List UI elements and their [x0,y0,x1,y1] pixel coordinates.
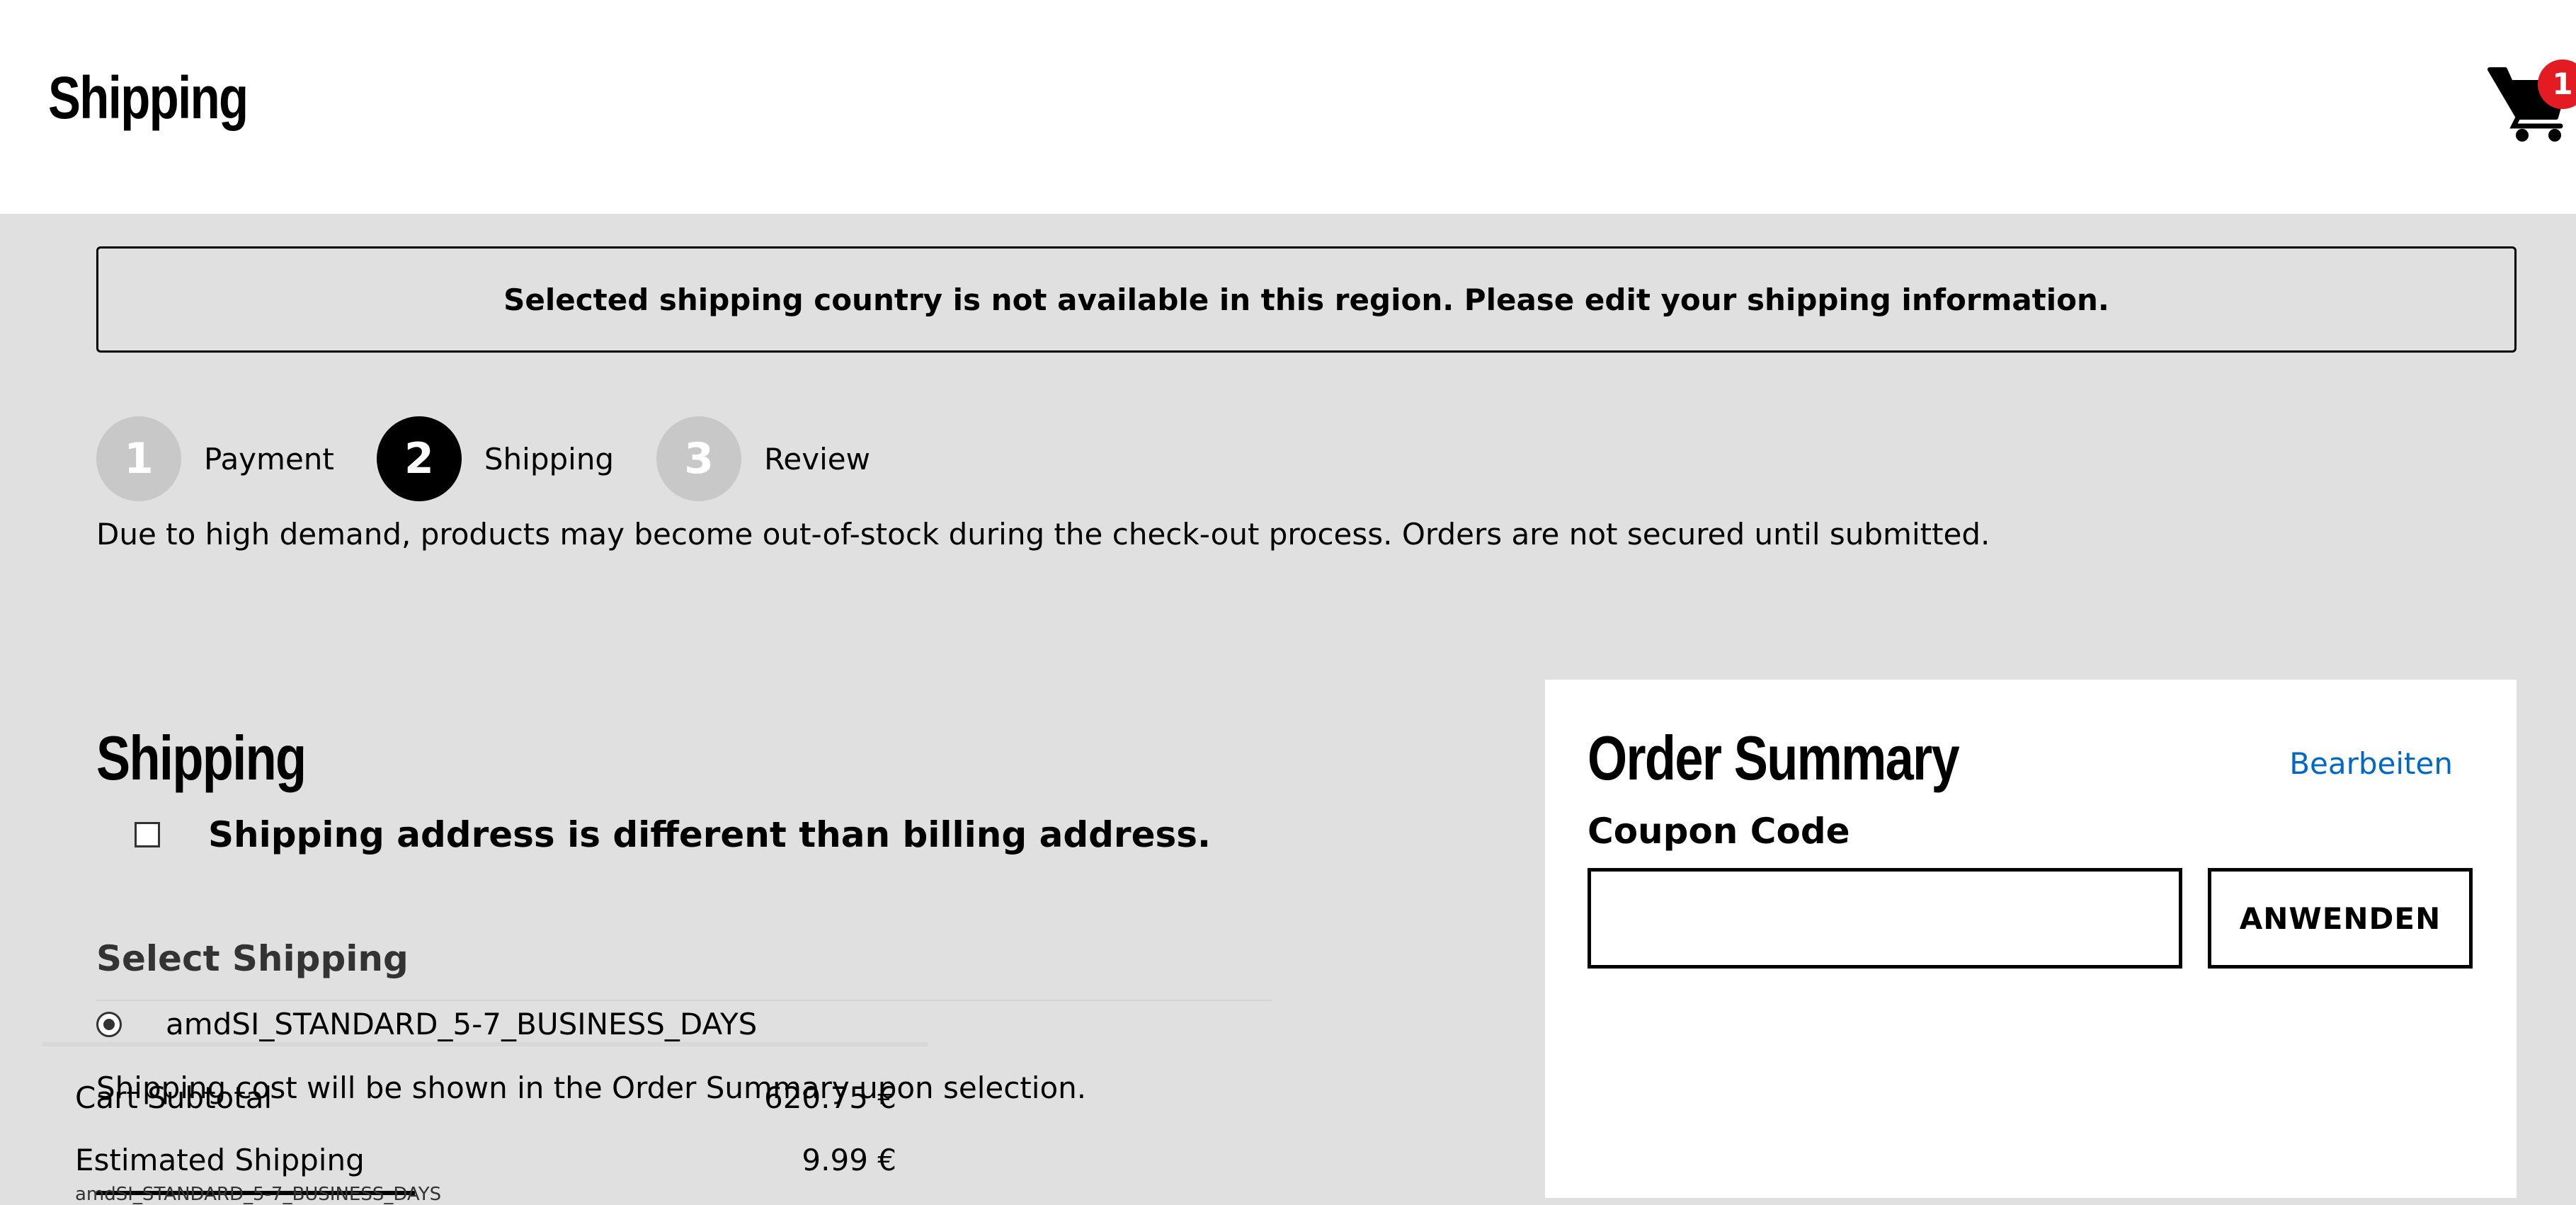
cart-subtotal-value: 620.75 € [763,1080,896,1115]
divider [96,1000,1272,1001]
select-shipping-title: Select Shipping [96,938,409,979]
top-bar: Shipping 1 [0,0,2576,214]
order-summary-title: Order Summary [1588,723,1960,793]
apply-coupon-button[interactable]: ANWENDEN [2208,868,2473,969]
coupon-code-input[interactable] [1588,868,2182,969]
shipping-country-alert: Selected shipping country is not availab… [96,246,2517,353]
estimated-shipping-method: amdSI_STANDARD_5-7_BUSINESS_DAYS [75,1184,442,1205]
estimated-shipping-label: Estimated Shipping [75,1143,365,1177]
step-label: Shipping [484,441,615,476]
order-summary-panel: Order Summary Bearbeiten Coupon Code ANW… [1545,680,2517,1198]
shipping-method-label: amdSI_STANDARD_5-7_BUSINESS_DAYS [166,1007,758,1041]
different-address-checkbox[interactable] [135,822,160,847]
step-review[interactable]: 3 Review [656,416,870,501]
shipping-section-title: Shipping [96,723,307,793]
step-number: 3 [656,416,742,501]
checkout-steps: 1 Payment 2 Shipping 3 Review [96,414,913,503]
step-label: Payment [204,441,334,476]
coupon-code-label: Coupon Code [1588,811,1850,852]
different-address-label: Shipping address is different than billi… [208,814,1211,855]
estimated-shipping-row: Estimated Shipping 9.99 € [75,1143,896,1177]
step-payment[interactable]: 1 Payment [96,416,334,501]
cart-subtotal-row: Cart Subtotal 620.75 € [75,1080,896,1115]
estimated-shipping-value: 9.99 € [802,1143,896,1177]
edit-link[interactable]: Bearbeiten [2289,746,2453,781]
different-address-option[interactable]: Shipping address is different than billi… [135,814,1211,855]
step-number: 2 [376,416,462,501]
summary-divider [42,1042,928,1046]
cart-button[interactable]: 1 [2487,59,2576,149]
alert-message: Selected shipping country is not availab… [503,282,2109,317]
radio-selected-dot [103,1018,115,1030]
stock-notice: Due to high demand, products may become … [96,517,1990,552]
page-title: Shipping [48,64,249,131]
cart-subtotal-label: Cart Subtotal [75,1080,273,1115]
step-label: Review [764,441,870,476]
step-shipping[interactable]: 2 Shipping [376,416,615,501]
step-number: 1 [96,416,181,501]
shipping-method-radio[interactable] [96,1011,122,1037]
shipping-method-option[interactable]: amdSI_STANDARD_5-7_BUSINESS_DAYS [96,1007,757,1041]
